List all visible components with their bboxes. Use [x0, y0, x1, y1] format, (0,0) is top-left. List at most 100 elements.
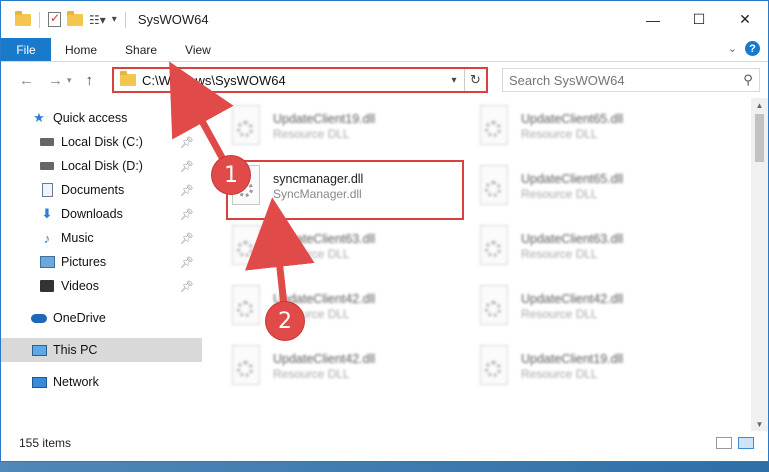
quick-access-toolbar: ☷▾ ▾	[1, 10, 128, 28]
file-description: Resource DLL	[521, 307, 598, 321]
sidebar-item-label: Videos	[61, 279, 99, 293]
vertical-scrollbar[interactable]: ▲ ▼	[751, 98, 768, 431]
qat-dropdown-icon[interactable]: ▾	[112, 14, 117, 25]
new-folder-icon[interactable]	[67, 10, 83, 26]
folder-icon	[120, 71, 136, 86]
file-description: Resource DLL	[273, 367, 350, 381]
pin-icon[interactable]: 📌︎	[180, 184, 194, 197]
sidebar-item-music[interactable]: ♪ Music 📌︎	[1, 226, 202, 250]
minimize-button[interactable]: —	[630, 1, 676, 38]
properties-icon[interactable]	[48, 11, 61, 27]
file-description: Resource DLL	[521, 247, 598, 261]
file-item[interactable]: UpdateClient65.dll Resource DLL	[474, 98, 714, 156]
file-name: UpdateClient19.dll	[273, 112, 376, 126]
sidebar-item-local-disk-d[interactable]: Local Disk (D:) 📌︎	[1, 154, 202, 178]
details-view-icon[interactable]	[716, 437, 732, 449]
dll-file-icon	[477, 285, 511, 329]
file-name: UpdateClient42.dll	[521, 292, 624, 306]
file-item[interactable]: UpdateClient42.dll Resource DLL	[226, 278, 466, 336]
recent-dropdown-icon[interactable]: ▾	[67, 75, 72, 86]
file-item[interactable]: UpdateClient19.dll Resource DLL	[474, 338, 714, 396]
music-icon: ♪	[43, 230, 51, 246]
sidebar-item-videos[interactable]: Videos 📌︎	[1, 274, 202, 298]
refresh-icon[interactable]: ↻	[464, 69, 486, 91]
dll-file-icon	[477, 345, 511, 389]
dll-file-icon	[229, 285, 263, 329]
sidebar-item-label: Documents	[61, 183, 125, 197]
sidebar-item-this-pc[interactable]: This PC	[1, 338, 202, 362]
file-name: UpdateClient65.dll	[521, 112, 624, 126]
file-description: Resource DLL	[521, 367, 598, 381]
scroll-up-icon[interactable]: ▲	[751, 98, 768, 112]
sidebar-item-onedrive[interactable]: OneDrive	[1, 306, 202, 330]
drive-icon	[39, 134, 55, 150]
computer-icon	[31, 342, 47, 358]
dll-file-icon	[229, 105, 263, 149]
sidebar-item-label: Local Disk (C:)	[61, 135, 143, 149]
view-buttons	[716, 437, 754, 449]
help-icon[interactable]: ?	[745, 41, 760, 56]
address-bar[interactable]: C:\Windows\SysWOW64 ▾ ↻	[112, 67, 488, 93]
nav-buttons: ← → ▾ ↑	[1, 72, 113, 89]
file-description: Resource DLL	[273, 127, 350, 141]
file-item[interactable]: UpdateClient19.dll Resource DLL	[226, 98, 466, 156]
back-arrow-icon[interactable]: ←	[19, 72, 34, 89]
sidebar-item-documents[interactable]: Documents 📌︎	[1, 178, 202, 202]
pin-icon[interactable]: 📌︎	[180, 232, 194, 245]
videos-icon	[39, 278, 55, 294]
file-description: Resource DLL	[521, 187, 598, 201]
pin-icon[interactable]: 📌︎	[180, 160, 194, 173]
file-item[interactable]: UpdateClient63.dll Resource DLL	[474, 218, 714, 276]
pin-icon[interactable]: 📌︎	[180, 280, 194, 293]
forward-arrow-icon[interactable]: →	[48, 72, 63, 89]
item-count: 155 items	[19, 436, 72, 450]
folder-icon[interactable]	[15, 10, 31, 26]
customize-toolbar-icon[interactable]: ☷▾	[89, 13, 106, 27]
sidebar-item-network[interactable]: Network	[1, 370, 202, 394]
file-name: UpdateClient42.dll	[273, 352, 376, 366]
pin-icon[interactable]: 📌︎	[180, 136, 194, 149]
sidebar-item-downloads[interactable]: ⬇ Downloads 📌︎	[1, 202, 202, 226]
file-name: UpdateClient65.dll	[521, 172, 624, 186]
search-icon[interactable]: ⚲	[737, 72, 759, 88]
file-item[interactable]: UpdateClient42.dll Resource DLL	[474, 278, 714, 336]
tab-view[interactable]: View	[171, 38, 225, 61]
large-icons-view-icon[interactable]	[738, 437, 754, 449]
search-box[interactable]: ⚲	[502, 68, 760, 92]
sidebar-item-label: Music	[61, 231, 94, 245]
chevron-down-icon[interactable]: ⌄	[728, 42, 737, 55]
scroll-thumb[interactable]	[755, 114, 764, 162]
address-dropdown-icon[interactable]: ▾	[444, 75, 464, 86]
search-input[interactable]	[509, 72, 737, 88]
onedrive-icon	[31, 310, 47, 326]
file-description: Resource DLL	[273, 247, 350, 261]
close-button[interactable]: ✕	[722, 1, 768, 38]
sidebar-item-label: OneDrive	[53, 311, 106, 325]
status-bar: 155 items	[1, 431, 768, 455]
sidebar-item-pictures[interactable]: Pictures 📌︎	[1, 250, 202, 274]
sidebar-item-label: Quick access	[53, 111, 128, 125]
dll-file-icon	[229, 345, 263, 389]
separator	[124, 11, 126, 28]
address-path[interactable]: C:\Windows\SysWOW64	[142, 73, 444, 88]
sidebar-item-label: Network	[53, 375, 99, 389]
file-item[interactable]: UpdateClient42.dll Resource DLL	[226, 338, 466, 396]
sidebar-item-label: Pictures	[61, 255, 107, 269]
pin-icon[interactable]: 📌︎	[180, 256, 194, 269]
sidebar-item-local-disk-c[interactable]: Local Disk (C:) 📌︎	[1, 130, 202, 154]
dll-file-icon	[477, 105, 511, 149]
drive-icon	[39, 158, 55, 174]
tab-home[interactable]: Home	[51, 38, 111, 61]
file-item[interactable]: UpdateClient65.dll Resource DLL	[474, 158, 714, 216]
pin-icon[interactable]: 📌︎	[180, 208, 194, 221]
maximize-button[interactable]: ☐	[676, 1, 722, 38]
tab-share[interactable]: Share	[111, 38, 171, 61]
file-description: Resource DLL	[521, 127, 598, 141]
file-name: UpdateClient63.dll	[521, 232, 624, 246]
tab-file[interactable]: File	[1, 38, 51, 61]
sidebar-item-quick-access[interactable]: ★ Quick access	[1, 106, 202, 130]
file-item[interactable]: UpdateClient63.dll Resource DLL	[226, 218, 466, 276]
scroll-down-icon[interactable]: ▼	[751, 417, 768, 431]
up-arrow-icon[interactable]: ↑	[86, 72, 94, 89]
title-bar: ☷▾ ▾ SysWOW64 — ☐ ✕	[1, 1, 768, 38]
